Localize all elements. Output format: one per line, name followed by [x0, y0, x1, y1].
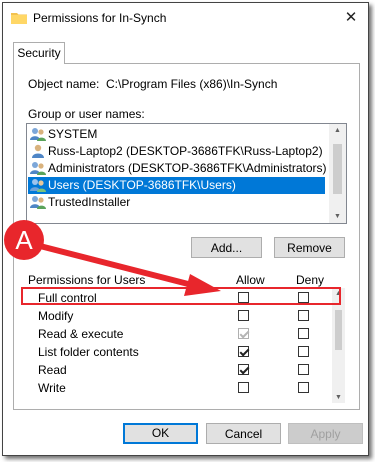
permission-row-read: Read	[26, 361, 326, 379]
object-name-value: C:\Program Files (x86)\In-Synch	[106, 77, 278, 91]
user-list-scrollbar[interactable]: ▲ ▼	[329, 124, 346, 223]
users-icon	[30, 162, 46, 175]
list-item-selected[interactable]: Users (DESKTOP-3686TFK\Users)	[28, 177, 325, 194]
allow-checkbox[interactable]	[238, 310, 249, 321]
apply-button: Apply	[288, 423, 363, 444]
ok-button[interactable]: OK	[123, 423, 198, 444]
scroll-thumb[interactable]	[333, 144, 342, 194]
list-item-label: Administrators (DESKTOP-3686TFK\Administ…	[48, 161, 327, 175]
list-item[interactable]: Administrators (DESKTOP-3686TFK\Administ…	[28, 160, 327, 177]
add-button[interactable]: Add...	[191, 237, 262, 258]
object-name-label: Object name:	[28, 77, 100, 91]
users-icon	[30, 128, 46, 141]
list-item-label: Russ-Laptop2 (DESKTOP-3686TFK\Russ-Lapto…	[48, 144, 323, 158]
remove-button[interactable]: Remove	[274, 237, 345, 258]
scroll-thumb[interactable]	[335, 310, 342, 350]
permissions-dialog: Permissions for In-Synch ✕ Security Obje…	[2, 2, 369, 456]
permissions-scrollbar[interactable]: ▲ ▼	[332, 288, 345, 403]
permission-row-full-control: Full control	[26, 289, 326, 307]
permission-name: List folder contents	[38, 345, 139, 359]
allow-checkbox[interactable]	[238, 346, 249, 357]
list-item-label: TrustedInstaller	[48, 195, 131, 209]
scroll-down-arrow-icon[interactable]: ▼	[332, 394, 345, 401]
annotation-badge: A	[4, 220, 44, 260]
permission-name: Read	[38, 363, 67, 377]
user-icon	[32, 144, 44, 158]
list-item-label: Users (DESKTOP-3686TFK\Users)	[48, 178, 236, 192]
list-item-label: SYSTEM	[48, 127, 98, 141]
folder-icon	[11, 13, 27, 24]
allow-checkbox[interactable]	[238, 292, 249, 303]
allow-checkbox	[238, 328, 249, 339]
list-item[interactable]: TrustedInstaller	[28, 194, 130, 211]
permission-name: Modify	[38, 309, 74, 323]
close-button[interactable]: ✕	[334, 3, 368, 33]
deny-checkbox[interactable]	[298, 364, 309, 375]
scroll-up-arrow-icon[interactable]: ▲	[329, 127, 346, 134]
allow-column-header: Allow	[236, 273, 265, 287]
deny-column-header: Deny	[296, 273, 325, 287]
scroll-down-arrow-icon[interactable]: ▼	[329, 213, 346, 220]
permission-row-list-folder: List folder contents	[26, 343, 326, 361]
permission-row-modify: Modify	[26, 307, 326, 325]
permissions-label: Permissions for Users	[28, 273, 146, 287]
permission-name: Full control	[38, 291, 97, 305]
deny-checkbox[interactable]	[298, 310, 309, 321]
permission-row-read-execute: Read & execute	[26, 325, 326, 343]
users-icon	[30, 179, 46, 192]
allow-checkbox[interactable]	[238, 382, 249, 393]
deny-checkbox[interactable]	[298, 382, 309, 393]
deny-checkbox[interactable]	[298, 292, 309, 303]
group-user-list[interactable]: SYSTEM Russ-Laptop2 (DESKTOP-3686TFK\Rus…	[26, 123, 347, 224]
deny-checkbox[interactable]	[298, 328, 309, 339]
permission-row-write: Write	[26, 379, 326, 397]
permissions-list: Full control Modify Read & execute List …	[26, 288, 345, 403]
list-item[interactable]: Russ-Laptop2 (DESKTOP-3686TFK\Russ-Lapto…	[28, 143, 323, 160]
title-bar[interactable]: Permissions for In-Synch ✕	[3, 3, 368, 33]
users-icon	[30, 196, 46, 209]
permission-name: Write	[38, 381, 66, 395]
window-title: Permissions for In-Synch	[33, 11, 167, 25]
group-names-label: Group or user names:	[28, 107, 145, 121]
scroll-up-arrow-icon[interactable]: ▲	[332, 290, 345, 297]
cancel-button[interactable]: Cancel	[206, 423, 281, 444]
permission-name: Read & execute	[38, 327, 124, 341]
allow-checkbox[interactable]	[238, 364, 249, 375]
security-tab-panel: Object name: C:\Program Files (x86)\In-S…	[13, 63, 360, 410]
deny-checkbox[interactable]	[298, 346, 309, 357]
tab-security[interactable]: Security	[13, 42, 65, 64]
list-item[interactable]: SYSTEM	[28, 126, 97, 143]
